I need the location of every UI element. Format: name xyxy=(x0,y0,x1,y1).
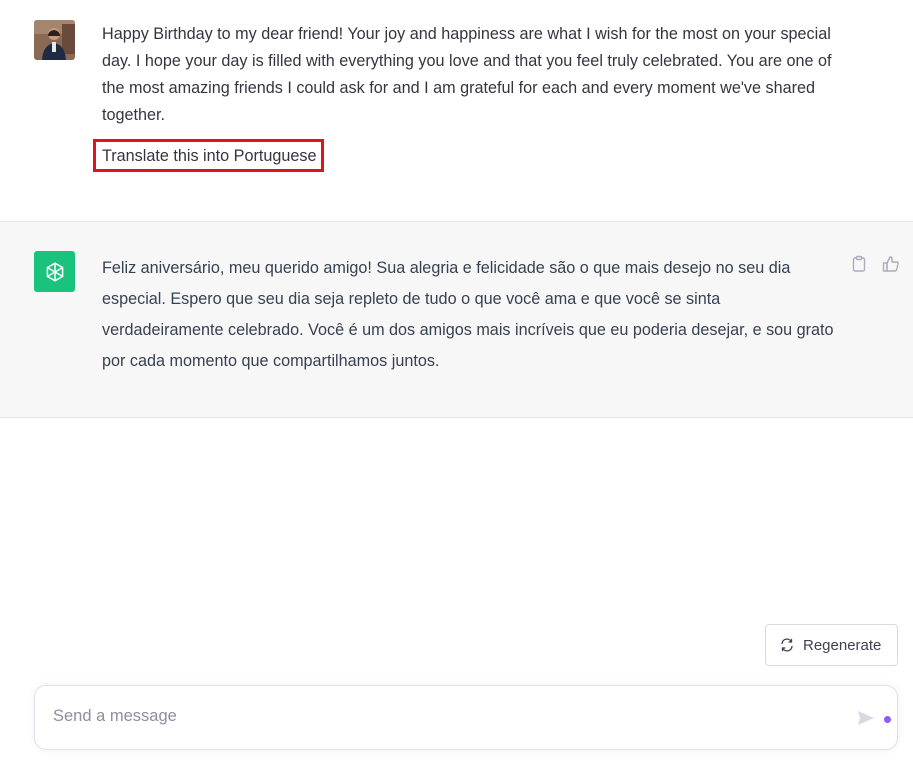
send-icon[interactable] xyxy=(856,708,876,728)
thumbs-up-icon[interactable] xyxy=(882,255,900,273)
highlighted-instruction: Translate this into Portuguese xyxy=(93,139,325,172)
assistant-message-text: Feliz aniversário, meu querido amigo! Su… xyxy=(102,259,834,370)
status-dot xyxy=(884,716,891,723)
user-message-row: Happy Birthday to my dear friend! Your j… xyxy=(0,0,913,222)
openai-logo-icon xyxy=(46,261,63,282)
user-message-paragraph: Happy Birthday to my dear friend! Your j… xyxy=(102,25,832,124)
user-message-text: Happy Birthday to my dear friend! Your j… xyxy=(93,21,847,172)
clipboard-icon[interactable] xyxy=(850,255,868,273)
message-actions xyxy=(850,255,900,273)
refresh-icon xyxy=(779,637,795,653)
regenerate-button[interactable]: Regenerate xyxy=(765,624,898,666)
regenerate-label: Regenerate xyxy=(803,636,882,654)
assistant-message-row: Feliz aniversário, meu querido amigo! Su… xyxy=(0,222,913,418)
user-avatar xyxy=(34,20,75,60)
assistant-avatar xyxy=(34,251,75,292)
message-composer xyxy=(34,685,898,750)
message-input[interactable] xyxy=(53,707,833,726)
